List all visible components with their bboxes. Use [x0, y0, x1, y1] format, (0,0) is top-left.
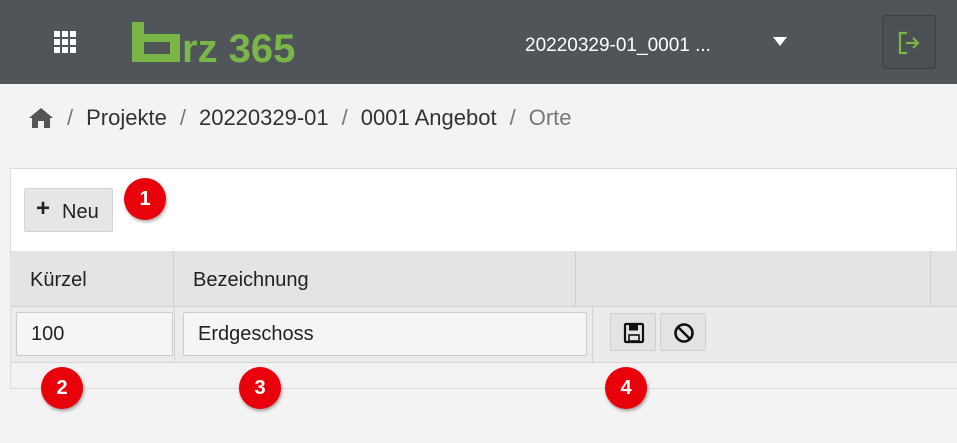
- breadcrumb-item-projekte[interactable]: Projekte: [86, 105, 167, 131]
- column-divider: [174, 307, 175, 363]
- new-button[interactable]: + Neu: [24, 188, 113, 232]
- apps-menu-button[interactable]: [50, 28, 82, 56]
- column-header-actions: [576, 251, 931, 307]
- breadcrumb-separator: /: [67, 105, 74, 130]
- callout-badge: 2: [41, 367, 83, 409]
- callout-badge: 3: [239, 367, 281, 409]
- column-header-kuerzel[interactable]: Kürzel: [11, 251, 174, 307]
- save-button[interactable]: [610, 313, 656, 351]
- table-header: Kürzel Bezeichnung: [11, 251, 957, 307]
- logout-button[interactable]: [882, 15, 936, 69]
- new-button-label: Neu: [62, 201, 99, 223]
- column-header-label: Kürzel: [30, 269, 87, 291]
- save-icon: [623, 322, 645, 344]
- breadcrumb-item-angebot[interactable]: 0001 Angebot: [361, 105, 497, 131]
- column-header-label: Bezeichnung: [193, 269, 309, 291]
- breadcrumb-separator: /: [341, 105, 348, 130]
- breadcrumb-separator: /: [179, 105, 186, 130]
- breadcrumb-current: Orte: [528, 105, 572, 130]
- cancel-button[interactable]: [660, 313, 706, 351]
- breadcrumb-separator: /: [509, 105, 516, 130]
- cancel-icon: [674, 323, 694, 343]
- top-bar: rz 365 20220329-01_0001 ...: [0, 0, 957, 84]
- project-selector-value: 20220329-01_0001 ...: [525, 35, 711, 56]
- bezeichnung-input[interactable]: Erdgeschoss: [183, 312, 587, 356]
- breadcrumb: / Projekte / 20220329-01 / 0001 Angebot …: [28, 103, 572, 133]
- kuerzel-input[interactable]: 100: [16, 312, 173, 356]
- grid-icon: [54, 31, 76, 53]
- brz365-logo: rz 365: [130, 18, 330, 71]
- plus-icon: +: [36, 195, 51, 222]
- home-icon[interactable]: [28, 107, 54, 129]
- logo-text: rz 365: [182, 27, 295, 66]
- callout-badge: 4: [605, 367, 647, 409]
- callout-badge: 1: [124, 178, 166, 220]
- table-footer: [11, 363, 957, 388]
- project-selector[interactable]: 20220329-01_0001 ...: [505, 22, 805, 66]
- column-divider: [592, 307, 593, 363]
- caret-down-icon: [773, 37, 787, 46]
- column-header-bezeichnung[interactable]: Bezeichnung: [174, 251, 576, 307]
- breadcrumb-item-project[interactable]: 20220329-01: [199, 105, 329, 131]
- sign-out-icon: [898, 31, 920, 55]
